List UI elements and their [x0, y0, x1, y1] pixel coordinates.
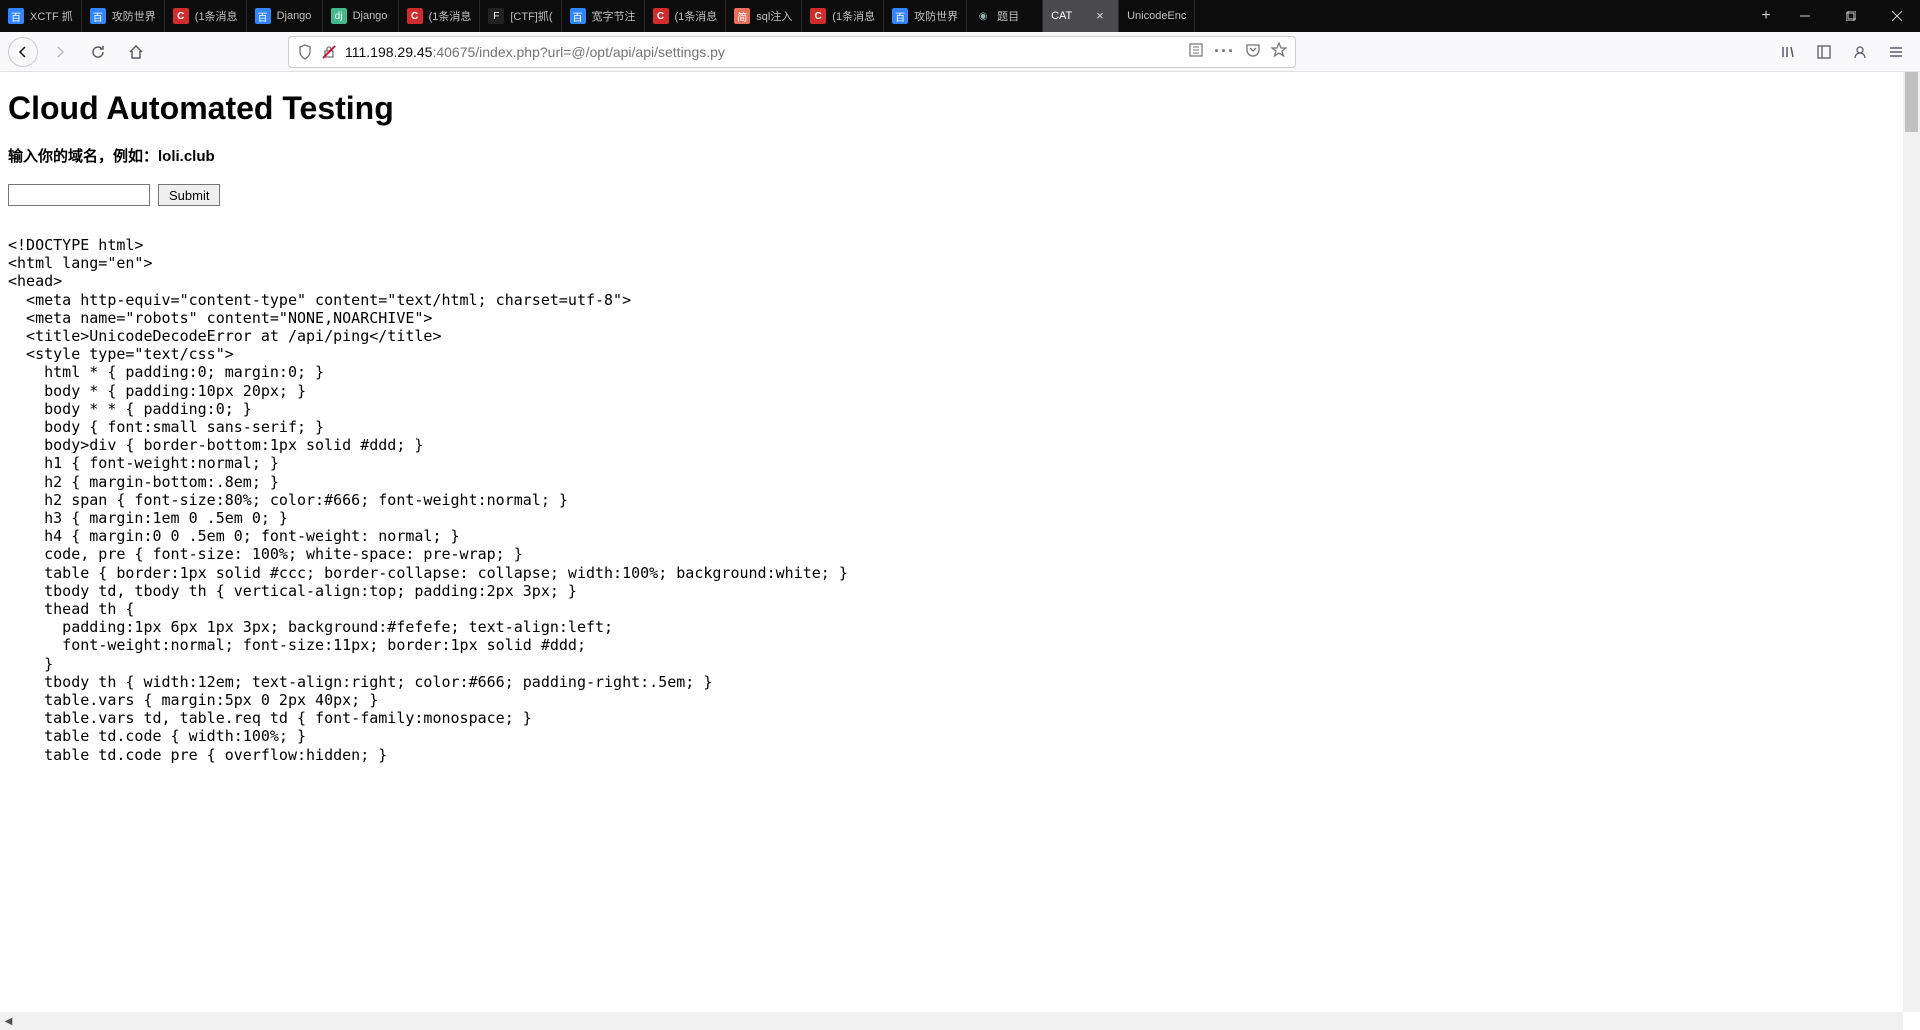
tab-label: Django: [277, 10, 314, 22]
home-button[interactable]: [120, 36, 152, 68]
close-window-button[interactable]: [1874, 0, 1920, 32]
restore-button[interactable]: [1828, 0, 1874, 32]
tab-12[interactable]: ◉ 题目: [967, 0, 1043, 32]
url-bar[interactable]: 111.198.29.45:40675/index.php?url=@/opt/…: [288, 36, 1296, 68]
url-text: 111.198.29.45:40675/index.php?url=@/opt/…: [345, 44, 1180, 60]
tab-2[interactable]: C (1条消息: [165, 0, 247, 32]
tab-4[interactable]: dj Django: [323, 0, 399, 32]
favicon-icon: C: [173, 8, 189, 24]
tab-14[interactable]: UnicodeEnc: [1119, 0, 1195, 32]
close-icon[interactable]: ×: [1096, 9, 1110, 23]
scrollbar-thumb[interactable]: [1905, 72, 1918, 132]
tab-5[interactable]: C (1条消息: [399, 0, 481, 32]
tab-10[interactable]: C (1条消息: [802, 0, 884, 32]
favicon-icon: 百: [570, 8, 586, 24]
favicon-icon: C: [810, 8, 826, 24]
tab-1[interactable]: 百攻防世界: [82, 0, 165, 32]
favicon-icon: C: [407, 8, 423, 24]
favicon-icon: C: [653, 8, 669, 24]
bookmark-star-icon[interactable]: [1271, 42, 1287, 61]
tab-label: [CTF]抓(: [510, 8, 552, 24]
tab-6[interactable]: F [CTF]抓(: [480, 0, 561, 32]
new-tab-button[interactable]: +: [1750, 0, 1782, 32]
tab-label: (1条消息: [195, 8, 238, 24]
vertical-scrollbar[interactable]: [1903, 72, 1920, 1012]
page-prompt: 输入你的域名，例如：loli.club: [8, 145, 1912, 166]
shield-icon: [297, 44, 313, 60]
tab-strip: 百XCTF 抓百攻防世界C(1条消息百DjangodjDjangoC(1条消息F…: [0, 0, 1750, 32]
favicon-icon: 百: [892, 8, 908, 24]
favicon-icon: 简: [734, 8, 750, 24]
scroll-left-arrow[interactable]: ◀: [0, 1013, 17, 1030]
page-title: Cloud Automated Testing: [8, 90, 1912, 127]
horizontal-scrollbar[interactable]: ◀: [0, 1012, 1903, 1030]
tab-11[interactable]: 百攻防世界: [884, 0, 967, 32]
submit-button[interactable]: [158, 184, 220, 206]
favicon-icon: 百: [255, 8, 271, 24]
tab-9[interactable]: 简 sql注入: [726, 0, 802, 32]
reload-button[interactable]: [82, 36, 114, 68]
library-icon[interactable]: [1772, 36, 1804, 68]
tab-3[interactable]: 百 Django: [247, 0, 323, 32]
url-host: 111.198.29.45: [345, 44, 432, 60]
tab-label: (1条消息: [675, 8, 718, 24]
page-actions-icon[interactable]: ···: [1214, 41, 1235, 62]
tab-label: Django: [353, 10, 390, 22]
tab-label: 攻防世界: [112, 8, 156, 24]
tab-label: (1条消息: [429, 8, 472, 24]
insecure-lock-icon: [321, 44, 337, 60]
domain-input[interactable]: [8, 184, 150, 206]
window-controls: [1782, 0, 1920, 32]
window-titlebar: 百XCTF 抓百攻防世界C(1条消息百DjangodjDjangoC(1条消息F…: [0, 0, 1920, 32]
tab-label: 题目: [997, 8, 1034, 24]
forward-button[interactable]: [44, 36, 76, 68]
tab-label: UnicodeEnc: [1127, 10, 1186, 22]
tab-7[interactable]: 百宽字节注: [562, 0, 645, 32]
favicon-icon: ◉: [975, 8, 991, 24]
page-content: Cloud Automated Testing 输入你的域名，例如：loli.c…: [0, 72, 1920, 1012]
tab-0[interactable]: 百 XCTF 抓: [0, 0, 82, 32]
response-code-block: <!DOCTYPE html> <html lang="en"> <head> …: [8, 236, 1912, 764]
reader-mode-icon[interactable]: [1188, 42, 1204, 61]
favicon-icon: 百: [90, 8, 106, 24]
favicon-icon: dj: [331, 8, 347, 24]
favicon-icon: 百: [8, 8, 24, 24]
app-menu-icon[interactable]: [1880, 36, 1912, 68]
tab-13[interactable]: CAT ×: [1043, 0, 1119, 32]
favicon-icon: F: [488, 8, 504, 24]
back-button[interactable]: [8, 37, 38, 67]
account-icon[interactable]: [1844, 36, 1876, 68]
tab-label: sql注入: [756, 8, 793, 24]
tab-label: 攻防世界: [914, 8, 958, 24]
tab-8[interactable]: C (1条消息: [645, 0, 727, 32]
tab-label: CAT: [1051, 10, 1090, 22]
tab-label: 宽字节注: [592, 8, 636, 24]
url-rest: :40675/index.php?url=@/opt/api/api/setti…: [432, 44, 724, 60]
tab-label: (1条消息: [832, 8, 875, 24]
minimize-button[interactable]: [1782, 0, 1828, 32]
pocket-icon[interactable]: [1245, 42, 1261, 61]
sidebar-icon[interactable]: [1808, 36, 1840, 68]
navigation-toolbar: 111.198.29.45:40675/index.php?url=@/opt/…: [0, 32, 1920, 72]
domain-form: [8, 184, 1912, 206]
tab-label: XCTF 抓: [30, 8, 73, 24]
